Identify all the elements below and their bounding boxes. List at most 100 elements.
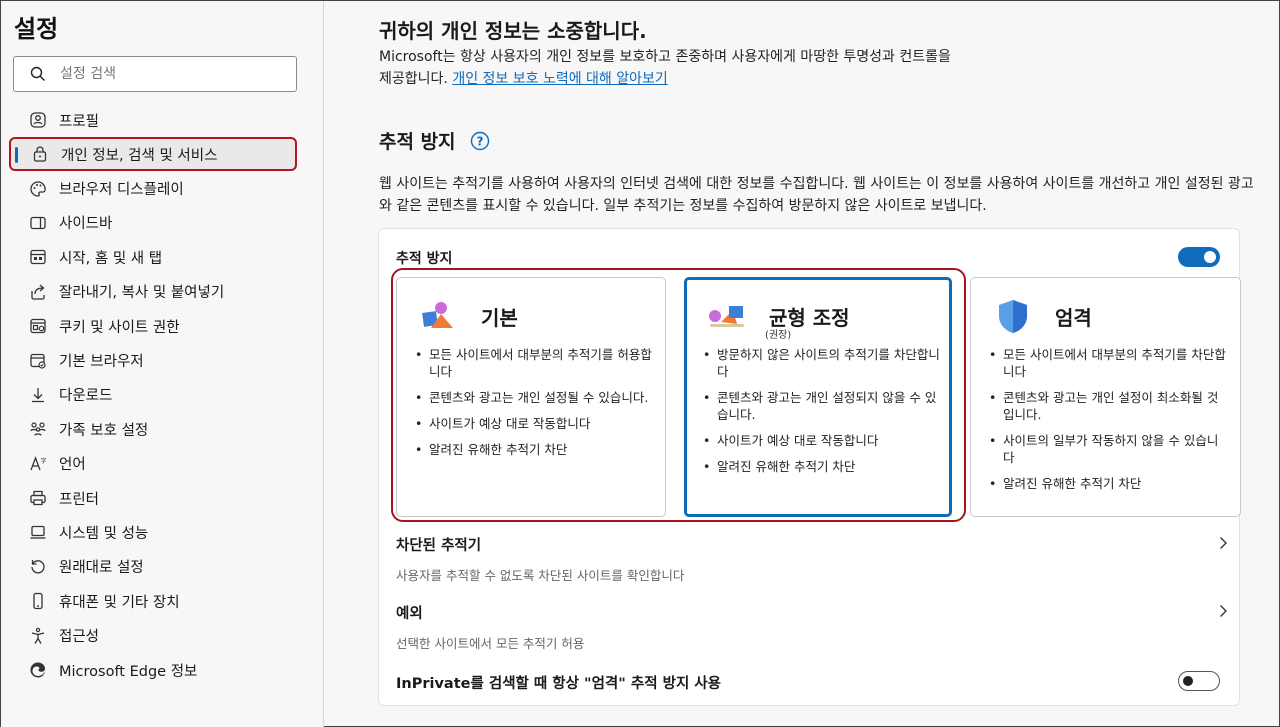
list-item: 사이트의 일부가 작동하지 않을 수 있습니다	[989, 432, 1229, 466]
reset-icon	[28, 557, 48, 577]
exceptions-row[interactable]: 예외 선택한 사이트에서 모든 추적기 허용	[396, 602, 1227, 652]
sidebar-item-label: 잘라내기, 복사 및 붙여넣기	[59, 285, 225, 302]
main-content: 귀하의 개인 정보는 소중합니다. Microsoft는 항상 사용자의 개인 …	[325, 1, 1279, 727]
search-icon	[30, 66, 45, 81]
settings-search-box[interactable]	[13, 56, 297, 92]
home-tab-icon	[28, 247, 48, 267]
tracking-prevention-card: 추적 방지 기본 모든 사이트에서 대부분의 추적기를 허용합니다 콘텐츠와 광…	[378, 228, 1241, 706]
list-item: 모든 사이트에서 대부분의 추적기를 허용합니다	[415, 346, 655, 380]
tracking-description: 웹 사이트는 추적기를 사용하여 사용자의 인터넷 검색에 대한 정보를 수집합…	[379, 176, 1254, 214]
blocked-trackers-subtitle: 사용자를 추적할 수 없도록 차단된 사이트를 확인합니다	[396, 568, 685, 583]
option-basic-card[interactable]: 기본 모든 사이트에서 대부분의 추적기를 허용합니다 콘텐츠와 광고는 개인 …	[396, 277, 666, 517]
sidebar-item-default-browser[interactable]: 기본 브라우저	[1, 343, 324, 377]
sidebar-item-copy-paste[interactable]: 잘라내기, 복사 및 붙여넣기	[1, 275, 324, 309]
blocked-trackers-row[interactable]: 차단된 추적기 사용자를 추적할 수 없도록 차단된 사이트를 확인합니다	[396, 534, 1227, 584]
lock-icon	[30, 144, 50, 164]
sidebar-item-label: 다운로드	[59, 388, 113, 405]
sidebar-item-display[interactable]: 브라우저 디스플레이	[1, 171, 324, 205]
palette-icon	[28, 179, 48, 199]
accessibility-icon	[28, 626, 48, 646]
inprivate-strict-title: InPrivate를 검색할 때 항상 "엄격" 추적 방지 사용	[396, 676, 722, 692]
privacy-description: Microsoft는 항상 사용자의 개인 정보를 보호하고 존중하며 사용자에…	[379, 46, 959, 90]
sidebar-item-reset[interactable]: 원래대로 설정	[1, 550, 324, 584]
tracking-prevention-label: 추적 방지	[396, 251, 453, 267]
sidebar-item-sidebar[interactable]: 사이드바	[1, 206, 324, 240]
sidebar-item-label: 프로필	[59, 113, 100, 130]
settings-search-input[interactable]	[60, 66, 280, 82]
family-icon	[28, 419, 48, 439]
sidebar: 설정 프로필 개인 정보, 검색 및 서비스 브라우저 디스플레이 사이드바 시…	[1, 1, 324, 727]
tracking-prevention-toggle[interactable]	[1178, 247, 1220, 267]
sidebar-item-accessibility[interactable]: 접근성	[1, 618, 324, 652]
svg-text:?: ?	[476, 134, 483, 148]
option-strict-card[interactable]: 엄격 모든 사이트에서 대부분의 추적기를 차단합니다 콘텐츠와 광고는 개인 …	[970, 277, 1241, 517]
inprivate-strict-row: InPrivate를 검색할 때 항상 "엄격" 추적 방지 사용	[396, 672, 1226, 693]
sidebar-item-label: 쿠키 및 사이트 권한	[59, 319, 180, 336]
system-icon	[28, 522, 48, 542]
sidebar-item-label: 언어	[59, 457, 86, 474]
sidebar-item-label: 가족 보호 설정	[59, 422, 149, 439]
sidebar-title: 설정	[14, 15, 59, 43]
list-item: 사이트가 예상 대로 작동합니다	[415, 415, 655, 432]
option-basic-list: 모든 사이트에서 대부분의 추적기를 허용합니다 콘텐츠와 광고는 개인 설정될…	[415, 346, 655, 467]
edge-icon	[28, 660, 48, 680]
option-strict-list: 모든 사이트에서 대부분의 추적기를 차단합니다 콘텐츠와 광고는 개인 설정이…	[989, 346, 1229, 501]
sidebar-item-label: 프린터	[59, 491, 100, 508]
option-basic-name: 기본	[481, 305, 518, 330]
sidebar-item-printers[interactable]: 프린터	[1, 481, 324, 515]
sidebar-item-language[interactable]: 字 언어	[1, 447, 324, 481]
exceptions-title: 예외	[396, 606, 423, 622]
sidebar-item-privacy[interactable]: 개인 정보, 검색 및 서비스	[9, 137, 297, 172]
list-item: 알려진 유해한 추적기 차단	[989, 475, 1229, 492]
language-icon: 字	[28, 454, 48, 474]
sidebar-item-label: 시작, 홈 및 새 탭	[59, 250, 163, 267]
list-item: 사이트가 예상 대로 작동합니다	[703, 432, 943, 449]
sidebar-icon	[28, 213, 48, 233]
sidebar-item-label: 접근성	[59, 629, 100, 646]
blocked-trackers-title: 차단된 추적기	[396, 538, 482, 554]
sidebar-item-phone[interactable]: 휴대폰 및 기타 장치	[1, 584, 324, 618]
sidebar-item-label: 휴대폰 및 기타 장치	[59, 594, 180, 611]
option-strict-name: 엄격	[1055, 305, 1092, 330]
sidebar-item-about-edge[interactable]: Microsoft Edge 정보	[1, 653, 324, 687]
sidebar-item-label: 사이드바	[59, 216, 113, 233]
list-item: 콘텐츠와 광고는 개인 설정되지 않을 수 있습니다.	[703, 389, 943, 423]
option-balanced-list: 방문하지 않은 사이트의 추적기를 차단합니다 콘텐츠와 광고는 개인 설정되지…	[703, 346, 943, 484]
sidebar-item-label: 개인 정보, 검색 및 서비스	[61, 147, 218, 164]
shield-icon	[999, 300, 1027, 333]
sidebar-item-downloads[interactable]: 다운로드	[1, 378, 324, 412]
sidebar-item-label: 시스템 및 성능	[59, 525, 149, 542]
sidebar-item-family[interactable]: 가족 보호 설정	[1, 412, 324, 446]
sidebar-item-label: 브라우저 디스플레이	[59, 182, 184, 199]
chevron-right-icon	[1220, 605, 1227, 617]
sidebar-item-label: Microsoft Edge 정보	[59, 663, 198, 680]
list-item: 모든 사이트에서 대부분의 추적기를 차단합니다	[989, 346, 1229, 380]
printer-icon	[28, 488, 48, 508]
share-icon	[28, 282, 48, 302]
download-icon	[28, 385, 48, 405]
svg-text:字: 字	[41, 457, 47, 465]
option-balanced-recommended: (권장)	[765, 330, 792, 341]
option-balanced-card[interactable]: 균형 조정 (권장) 방문하지 않은 사이트의 추적기를 차단합니다 콘텐츠와 …	[684, 277, 952, 517]
privacy-learn-more-link[interactable]: 개인 정보 보호 노력에 대해 알아보기	[452, 71, 667, 87]
list-item: 알려진 유해한 추적기 차단	[703, 458, 943, 475]
exceptions-subtitle: 선택한 사이트에서 모든 추적기 허용	[396, 636, 585, 651]
sidebar-item-label: 기본 브라우저	[59, 354, 144, 371]
help-icon[interactable]: ?	[470, 131, 490, 151]
sidebar-item-system[interactable]: 시스템 및 성능	[1, 515, 324, 549]
balanced-shapes-icon	[709, 306, 744, 327]
chevron-right-icon	[1220, 537, 1227, 549]
inprivate-strict-toggle[interactable]	[1178, 671, 1220, 691]
list-item: 콘텐츠와 광고는 개인 설정될 수 있습니다.	[415, 389, 655, 406]
sidebar-item-cookies[interactable]: 쿠키 및 사이트 권한	[1, 309, 324, 343]
list-item: 콘텐츠와 광고는 개인 설정이 최소화될 것입니다.	[989, 389, 1229, 423]
sidebar-item-start-home[interactable]: 시작, 홈 및 새 탭	[1, 240, 324, 274]
basic-shapes-icon	[422, 302, 453, 328]
privacy-title: 귀하의 개인 정보는 소중합니다.	[379, 19, 647, 43]
cookie-icon	[28, 316, 48, 336]
tracking-prevention-heading: 추적 방지 ?	[379, 127, 490, 154]
list-item: 알려진 유해한 추적기 차단	[415, 441, 655, 458]
sidebar-nav: 프로필 개인 정보, 검색 및 서비스 브라우저 디스플레이 사이드바 시작, …	[1, 103, 324, 687]
phone-icon	[28, 591, 48, 611]
sidebar-item-profile[interactable]: 프로필	[1, 103, 324, 137]
